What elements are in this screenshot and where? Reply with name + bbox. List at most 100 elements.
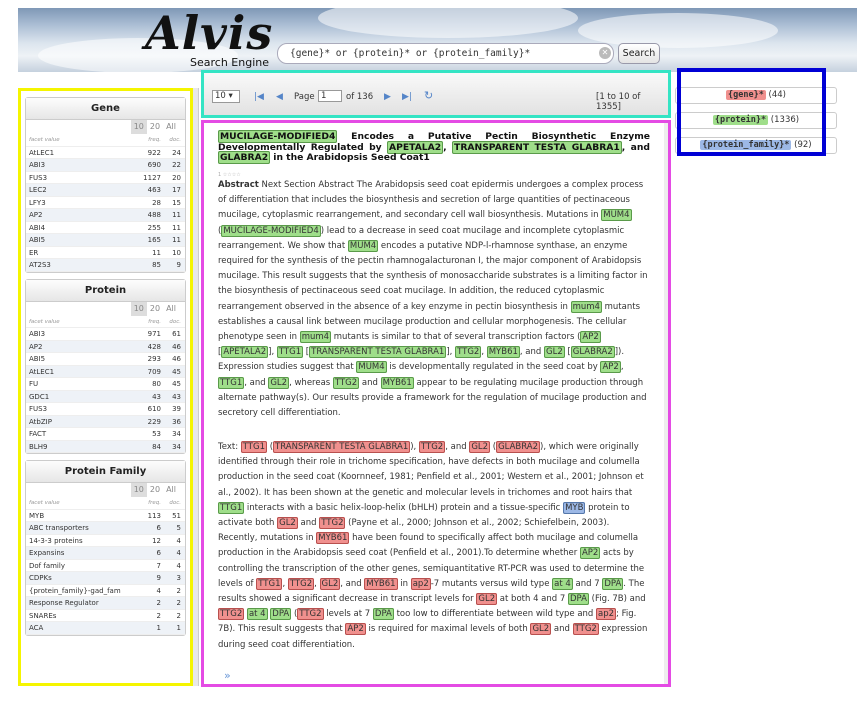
protein-annotation[interactable]: AP2: [345, 623, 366, 636]
document-title[interactable]: MUCILAGE-MODIFIED4 Encodes a Putative Pe…: [218, 130, 650, 164]
facet-row[interactable]: GDC1 43 43: [26, 390, 185, 403]
facet-size-option[interactable]: All: [163, 120, 179, 134]
facet-row[interactable]: CDPKs 9 3: [26, 572, 185, 585]
results-scrollbar[interactable]: [664, 123, 668, 684]
facet-row[interactable]: LFY3 28 15: [26, 197, 185, 209]
gene-annotation[interactable]: AP2: [600, 361, 621, 374]
gene-annotation[interactable]: mum4: [570, 300, 602, 313]
gene-annotation[interactable]: TTG1: [218, 501, 245, 514]
prev-page-icon[interactable]: ◀: [276, 92, 283, 102]
protein-annotation[interactable]: TRANSPARENT TESTA GLABRA1: [273, 441, 411, 453]
facet-title[interactable]: Protein: [26, 279, 185, 302]
gene-annotation[interactable]: DPA: [372, 608, 394, 621]
facet-row[interactable]: FUS3 610 39: [26, 403, 185, 416]
gene-annotation[interactable]: APETALA2: [221, 346, 269, 359]
gene-annotation[interactable]: mum4: [299, 331, 332, 344]
gene-annotation[interactable]: GL2: [544, 346, 565, 359]
protein-annotation[interactable]: TTG1: [240, 441, 267, 453]
facet-row[interactable]: FU 80 45: [26, 378, 185, 391]
gene-annotation[interactable]: MUM4: [601, 209, 632, 222]
facet-row[interactable]: AP2 428 46: [26, 340, 185, 353]
protein-annotation[interactable]: GL2: [319, 577, 341, 590]
facet-size-option[interactable]: All: [163, 302, 179, 316]
protein-annotation[interactable]: TTG2: [319, 517, 346, 530]
gene-annotation[interactable]: GL2: [268, 376, 290, 389]
gene-annotation[interactable]: MYB61: [486, 346, 520, 359]
facet-row[interactable]: ABI3 971 61: [26, 328, 185, 341]
page-number-input[interactable]: 1: [318, 90, 342, 102]
facet-row[interactable]: FACT 53 34: [26, 428, 185, 441]
refresh-icon[interactable]: ↻: [424, 89, 433, 102]
gene-annotation[interactable]: MUCILAGE-MODIFIED4: [221, 224, 321, 237]
protein-annotation[interactable]: GL2: [530, 623, 552, 636]
first-page-icon[interactable]: |◀: [254, 92, 264, 102]
page-size-select[interactable]: 10 ▾: [212, 90, 240, 103]
facet-row[interactable]: ABI3 690 22: [26, 159, 185, 172]
protein-annotation[interactable]: TTG2: [418, 441, 446, 453]
last-page-icon[interactable]: ▶|: [402, 92, 412, 102]
gene-annotation[interactable]: at 4: [552, 577, 573, 590]
gene-annotation[interactable]: MUM4: [356, 361, 387, 374]
facet-row[interactable]: MYB 113 51: [26, 510, 185, 522]
gene-annotation[interactable]: at 4: [246, 608, 268, 621]
facet-row[interactable]: Dof family 7 4: [26, 560, 185, 572]
facet-row[interactable]: ER 11 10: [26, 247, 185, 259]
protein-annotation[interactable]: GL2: [277, 517, 298, 530]
facet-size-option[interactable]: All: [163, 483, 179, 497]
facet-row[interactable]: AtLEC1 922 24: [26, 147, 185, 159]
protein-annotation[interactable]: TTG1: [256, 577, 283, 590]
protein-annotation[interactable]: TTG2: [572, 623, 599, 636]
facet-row[interactable]: ABC transporters 6 5: [26, 522, 185, 535]
facet-row[interactable]: BLH9 84 34: [26, 440, 185, 453]
gene-annotation[interactable]: AP2: [579, 547, 601, 560]
protein-annotation[interactable]: ap2: [596, 608, 617, 621]
facet-title[interactable]: Gene: [26, 98, 185, 120]
facet-row[interactable]: ABI5 293 46: [26, 353, 185, 366]
gene-annotation[interactable]: GLABRA2: [218, 151, 271, 164]
facet-size-option[interactable]: 10: [130, 301, 147, 316]
protein-annotation[interactable]: TTG2: [287, 577, 315, 590]
protein-annotation[interactable]: TTG2: [297, 608, 324, 621]
facet-size-option[interactable]: 20: [147, 302, 163, 316]
facet-row[interactable]: AtbZIP 229 36: [26, 415, 185, 428]
gene-annotation[interactable]: AP2: [580, 331, 601, 344]
gene-annotation[interactable]: TTG2: [332, 376, 360, 389]
facet-row[interactable]: 14-3-3 proteins 12 4: [26, 535, 185, 547]
facet-row[interactable]: Response Regulator 2 2: [26, 597, 185, 610]
facet-row[interactable]: Expansins 6 4: [26, 547, 185, 560]
facet-row[interactable]: ACA 1 1: [26, 622, 185, 635]
protein-annotation[interactable]: MYB61: [316, 532, 350, 545]
protein-annotation[interactable]: ap2: [410, 577, 431, 590]
gene-annotation[interactable]: TTG2: [455, 346, 482, 359]
facet-row[interactable]: FUS3 1127 20: [26, 172, 185, 184]
gene-annotation[interactable]: TRANSPARENT TESTA GLABRA1: [452, 140, 622, 154]
facet-row[interactable]: ABI4 255 11: [26, 222, 185, 234]
facet-row[interactable]: AtLEC1 709 45: [26, 365, 185, 378]
protein-annotation[interactable]: GL2: [476, 593, 498, 606]
facet-size-option[interactable]: 10: [130, 483, 147, 497]
facet-row[interactable]: SNAREs 2 2: [26, 610, 185, 622]
next-page-icon[interactable]: ▶: [384, 92, 391, 102]
facet-size-option[interactable]: 20: [147, 483, 163, 497]
protein-annotation[interactable]: GL2: [469, 441, 491, 453]
protein-family-annotation[interactable]: MYB: [563, 501, 586, 514]
facet-row[interactable]: AT2S3 85 9: [26, 259, 185, 272]
facet-row[interactable]: AP2 488 11: [26, 209, 185, 222]
search-input[interactable]: {gene}* or {protein}* or {protein_family…: [277, 43, 614, 64]
gene-annotation[interactable]: MUM4: [347, 239, 379, 252]
protein-annotation[interactable]: TTG2: [218, 608, 245, 621]
gene-annotation[interactable]: DPA: [568, 593, 589, 606]
gene-annotation[interactable]: MYB61: [380, 376, 414, 389]
facet-size-option[interactable]: 10: [130, 120, 147, 134]
gene-annotation[interactable]: GLABRA2: [570, 346, 615, 359]
search-button[interactable]: Search: [618, 43, 660, 64]
facet-title[interactable]: Protein Family: [26, 461, 185, 483]
protein-annotation[interactable]: GLABRA2: [496, 441, 541, 453]
gene-annotation[interactable]: APETALA2: [387, 140, 444, 154]
facet-row[interactable]: {protein_family}-gad_fam 4 2: [26, 585, 185, 597]
panel-splitter[interactable]: [193, 88, 199, 686]
gene-annotation[interactable]: MUCILAGE-MODIFIED4: [218, 130, 338, 143]
clear-search-icon[interactable]: ✕: [599, 47, 611, 59]
gene-annotation[interactable]: TTG1: [276, 346, 304, 359]
gene-annotation[interactable]: DPA: [270, 608, 292, 621]
